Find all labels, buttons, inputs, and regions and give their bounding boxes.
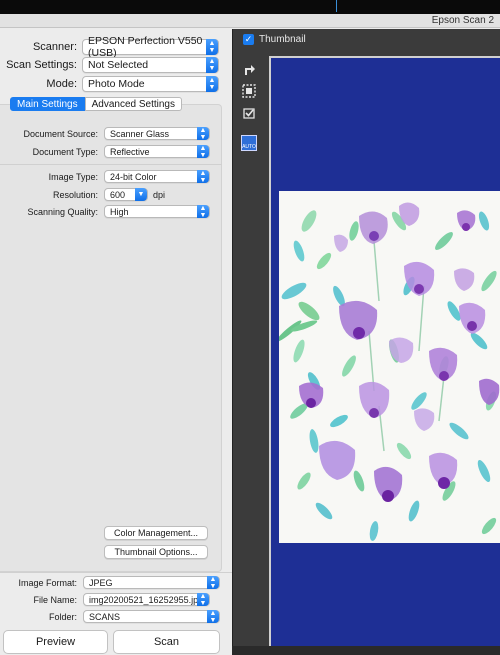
scanner-select[interactable]: EPSON Perfection V550 (USB) ▲ ▼	[82, 35, 219, 59]
window-title: Epson Scan 2	[431, 15, 494, 26]
output-divider	[0, 572, 232, 573]
folder-value: SCANS	[89, 611, 121, 622]
tab-main-settings[interactable]: Main Settings	[10, 97, 85, 111]
section-divider	[0, 164, 222, 165]
mode-row: Mode: Photo Mode ▲ ▼	[0, 76, 219, 92]
mode-label: Mode:	[46, 78, 77, 90]
document-type-label: Document Type:	[32, 146, 98, 157]
preview-area[interactable]	[269, 56, 500, 655]
auto-label: AUTO	[242, 144, 256, 150]
chevron-updown-icon: ▲ ▼	[197, 593, 209, 607]
preview-bottom-bar	[232, 646, 500, 655]
tab-advanced-settings[interactable]: Advanced Settings	[84, 97, 182, 111]
thumbnail-label: Thumbnail	[259, 34, 306, 45]
resolution-label: Resolution:	[52, 189, 98, 200]
chevron-updown-icon: ▲ ▼	[207, 610, 219, 624]
file-name-select[interactable]: img20200521_16252955.jpg ▲ ▼	[83, 593, 210, 607]
folder-row: Folder: SCANS ▲ ▼	[0, 610, 220, 624]
chevron-updown-icon: ▲ ▼	[206, 57, 218, 73]
scanning-quality-row: Scanning Quality: High ▲ ▼	[0, 205, 210, 219]
document-type-value: Reflective	[110, 146, 150, 157]
image-format-label: Image Format:	[18, 577, 77, 588]
folder-select[interactable]: SCANS ▲ ▼	[83, 610, 220, 624]
watercolor-artwork	[279, 202, 500, 541]
image-format-row: Image Format: JPEG ▲ ▼	[0, 576, 220, 590]
check-icon: ✓	[243, 34, 254, 45]
resolution-unit: dpi	[153, 189, 166, 200]
chevron-updown-icon: ▲ ▼	[197, 205, 209, 219]
scan-settings-value: Not Selected	[88, 59, 149, 71]
mode-select[interactable]: Photo Mode ▲ ▼	[82, 76, 219, 92]
scan-settings-row: Scan Settings: Not Selected ▲ ▼	[0, 57, 219, 73]
thumbnail-toggle[interactable]: ✓ Thumbnail	[243, 34, 306, 45]
chevron-updown-icon: ▲ ▼	[197, 170, 209, 184]
document-source-select[interactable]: Scanner Glass ▲ ▼	[104, 127, 210, 141]
clear-selection-icon[interactable]	[241, 105, 257, 121]
resolution-value: 600	[110, 189, 126, 200]
scan-button[interactable]: Scan	[113, 630, 220, 654]
title-bar: Epson Scan 2	[0, 14, 500, 28]
scan-settings-label: Scan Settings:	[6, 59, 77, 71]
scan-settings-select[interactable]: Not Selected ▲ ▼	[82, 57, 219, 73]
image-type-label: Image Type:	[48, 171, 98, 182]
folder-label: Folder:	[48, 611, 77, 622]
resolution-select[interactable]: 600 ▼	[104, 188, 148, 201]
scanned-image	[279, 191, 500, 543]
chevron-updown-icon: ▲ ▼	[207, 576, 219, 590]
chevron-updown-icon: ▲ ▼	[206, 76, 218, 92]
file-name-value: img20200521_16252955.jpg	[89, 594, 204, 605]
file-name-row: File Name: img20200521_16252955.jpg ▲ ▼	[0, 593, 210, 607]
scanning-quality-label: Scanning Quality:	[27, 206, 98, 217]
image-format-value: JPEG	[89, 577, 113, 588]
preview-button[interactable]: Preview	[3, 630, 108, 654]
mode-value: Photo Mode	[88, 78, 145, 90]
image-format-select[interactable]: JPEG ▲ ▼	[83, 576, 220, 590]
rotate-icon[interactable]	[241, 61, 257, 77]
chevron-down-icon: ▼	[135, 188, 147, 201]
select-all-icon[interactable]	[241, 83, 257, 99]
scanner-label: Scanner:	[32, 41, 77, 53]
image-type-select[interactable]: 24-bit Color ▲ ▼	[104, 170, 210, 184]
screen-top-strip	[0, 0, 500, 14]
image-type-row: Image Type: 24-bit Color ▲ ▼	[0, 170, 210, 184]
chevron-updown-icon: ▲ ▼	[197, 145, 209, 159]
top-strip-marker	[336, 0, 337, 12]
scanning-quality-value: High	[110, 206, 129, 217]
preview-panel: ✓ Thumbnail AUTO	[232, 29, 500, 655]
chevron-updown-icon: ▲ ▼	[206, 39, 218, 55]
image-type-value: 24-bit Color	[110, 171, 157, 182]
settings-tabs: Main Settings Advanced Settings	[10, 97, 182, 111]
scan-bed	[271, 58, 500, 653]
main-settings-group: Document Source: Scanner Glass ▲ ▼ Docume…	[0, 104, 222, 572]
auto-area-button[interactable]: AUTO	[241, 135, 257, 151]
resolution-row: Resolution: 600 ▼ dpi	[0, 188, 165, 201]
file-name-label: File Name:	[33, 594, 77, 605]
document-source-label: Document Source:	[23, 128, 98, 139]
scanner-row: Scanner: EPSON Perfection V550 (USB) ▲ ▼	[0, 35, 219, 59]
document-source-value: Scanner Glass	[110, 128, 170, 139]
document-type-row: Document Type: Reflective ▲ ▼	[0, 145, 210, 159]
scanning-quality-select[interactable]: High ▲ ▼	[104, 205, 210, 219]
document-type-select[interactable]: Reflective ▲ ▼	[104, 145, 210, 159]
chevron-updown-icon: ▲ ▼	[197, 127, 209, 141]
preview-toolbar: AUTO	[241, 61, 259, 151]
thumbnail-options-button[interactable]: Thumbnail Options...	[104, 545, 208, 559]
settings-panel: Scanner: EPSON Perfection V550 (USB) ▲ ▼ …	[0, 29, 232, 655]
color-management-button[interactable]: Color Management...	[104, 526, 208, 540]
scanner-value: EPSON Perfection V550 (USB)	[88, 35, 203, 59]
document-source-row: Document Source: Scanner Glass ▲ ▼	[0, 127, 210, 141]
